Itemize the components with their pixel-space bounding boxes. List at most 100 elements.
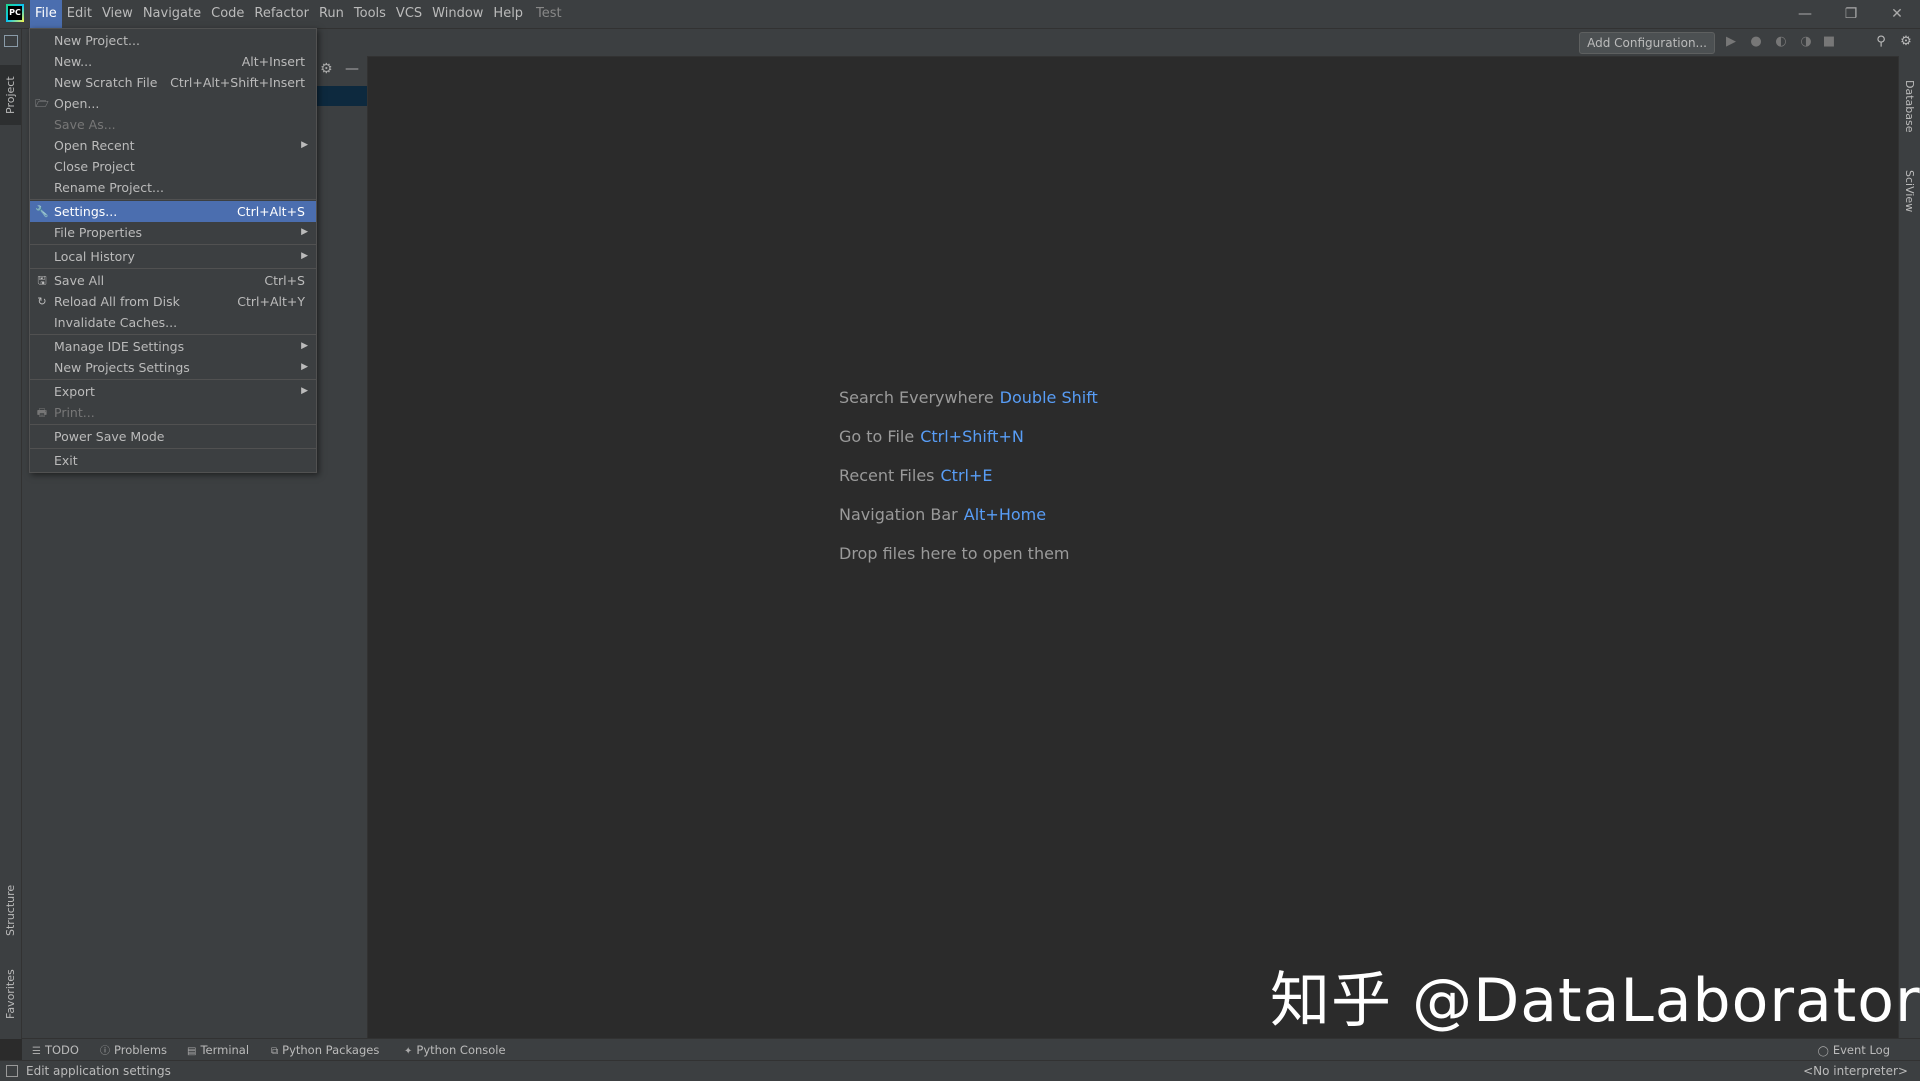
tab-database[interactable]: Database — [1899, 66, 1920, 146]
search-icon[interactable]: ⚲ — [1872, 33, 1890, 51]
panel-hide-icon[interactable]: — — [345, 61, 359, 77]
close-button[interactable]: ✕ — [1874, 0, 1920, 28]
menu-separator — [30, 244, 316, 245]
menu-item-save-all[interactable]: 🖫 Save All Ctrl+S — [30, 270, 316, 291]
submenu-arrow-icon: ▶ — [301, 227, 308, 237]
menu-item-label: Print... — [54, 405, 95, 420]
tab-structure[interactable]: Structure — [0, 875, 21, 945]
menu-item-settings[interactable]: 🔧 Settings... Ctrl+Alt+S — [30, 201, 316, 222]
title-bar: PC File Edit View Navigate Code Refactor Run To… — [0, 0, 1920, 29]
menu-item-shortcut: Ctrl+Alt+S — [236, 204, 305, 219]
menu-item-label: Export — [54, 384, 95, 399]
menu-file[interactable]: File — [30, 0, 62, 28]
tab-sciview[interactable]: SciView — [1899, 156, 1920, 226]
stop-icon[interactable]: ■ — [1820, 33, 1838, 51]
hint-text: Drop files here to open them — [839, 544, 1070, 563]
menu-item-rename-project[interactable]: Rename Project... — [30, 177, 316, 198]
menu-refactor[interactable]: Refactor — [249, 0, 314, 28]
tab-label: TODO — [44, 1043, 79, 1057]
menu-item-new-project[interactable]: New Project... — [30, 30, 316, 51]
tab-favorites[interactable]: Favorites — [0, 959, 21, 1029]
watermark: 知乎 @DataLaboratory — [1270, 966, 1920, 1036]
menu-item-manage-ide-settings[interactable]: Manage IDE Settings ▶ — [30, 336, 316, 357]
menu-item-power-save-mode[interactable]: Power Save Mode — [30, 426, 316, 447]
panel-gear-icon[interactable]: ⚙ — [320, 61, 333, 77]
menu-item-print[interactable]: 🖶 Print... — [30, 402, 316, 423]
project-tree-selection[interactable] — [314, 86, 367, 106]
menu-separator — [30, 379, 316, 380]
minimize-button[interactable]: — — [1782, 0, 1828, 28]
menu-item-open-recent[interactable]: Open Recent ▶ — [30, 135, 316, 156]
tab-project[interactable]: Project — [0, 65, 21, 125]
add-configuration-button[interactable]: Add Configuration... — [1579, 32, 1715, 54]
menu-item-reload-all-from-disk[interactable]: ↻ Reload All from Disk Ctrl+Alt+Y — [30, 291, 316, 312]
tab-label: Python Packages — [282, 1043, 380, 1057]
menu-item-save-as[interactable]: Save As... — [30, 114, 316, 135]
menu-help[interactable]: Help — [488, 0, 528, 28]
python-console-icon: ✦ — [404, 1046, 413, 1057]
menu-item-label: Local History — [54, 249, 135, 264]
hint-text: Navigation Bar — [839, 505, 958, 524]
menu-item-new[interactable]: New... Alt+Insert — [30, 51, 316, 72]
menu-item-shortcut: Ctrl+Alt+Y — [237, 294, 305, 309]
folder-icon: 🗁 — [35, 97, 49, 110]
print-icon: 🖶 — [36, 406, 48, 419]
menu-item-label: Settings... — [54, 204, 118, 219]
menu-item-label: New Project... — [54, 33, 140, 48]
toggle-tool-windows-icon[interactable] — [6, 1065, 18, 1077]
coverage-icon[interactable]: ◐ — [1772, 33, 1790, 51]
interpreter-selector[interactable]: <No interpreter> — [1803, 1061, 1908, 1081]
hint-text: Go to File — [839, 427, 915, 446]
menu-run[interactable]: Run — [314, 0, 349, 28]
submenu-arrow-icon: ▶ — [301, 251, 308, 261]
left-tool-strip: Project Structure Favorites — [0, 29, 22, 1039]
project-view-icon[interactable] — [4, 35, 18, 47]
submenu-arrow-icon: ▶ — [301, 386, 308, 396]
menu-code[interactable]: Code — [206, 0, 249, 28]
menu-item-new-projects-settings[interactable]: New Projects Settings ▶ — [30, 357, 316, 378]
submenu-arrow-icon: ▶ — [301, 140, 308, 150]
menu-edit[interactable]: Edit — [62, 0, 97, 28]
menu-separator — [30, 268, 316, 269]
welcome-hint: Drop files here to open them — [839, 542, 1098, 581]
menu-item-exit[interactable]: Exit — [30, 450, 316, 471]
menu-item-label: Save As... — [54, 117, 116, 132]
menu-item-label: Close Project — [54, 159, 135, 174]
menu-item-close-project[interactable]: Close Project — [30, 156, 316, 177]
submenu-arrow-icon: ▶ — [301, 362, 308, 372]
hint-shortcut: Ctrl+Shift+N — [920, 427, 1024, 446]
problems-icon: ⓘ — [100, 1046, 110, 1057]
menu-item-label: Rename Project... — [54, 180, 164, 195]
reload-icon: ↻ — [37, 295, 47, 308]
menu-item-shortcut: Ctrl+S — [264, 273, 305, 288]
menu-tools[interactable]: Tools — [349, 0, 391, 28]
menu-window[interactable]: Window — [427, 0, 488, 28]
welcome-hint: Search Everywhere Double Shift — [839, 386, 1098, 425]
menu-bar: File Edit View Navigate Code Refactor Run Tools… — [30, 0, 528, 28]
profile-icon[interactable]: ◑ — [1797, 33, 1815, 51]
pycharm-logo-icon: PC — [6, 4, 24, 22]
menu-item-label: File Properties — [54, 225, 143, 240]
gear-icon[interactable]: ⚙ — [1897, 33, 1915, 51]
menu-item-export[interactable]: Export ▶ — [30, 381, 316, 402]
hint-shortcut: Double Shift — [999, 388, 1098, 407]
hint-text: Recent Files — [839, 466, 935, 485]
menu-vcs[interactable]: VCS — [391, 0, 427, 28]
file-menu-dropdown: New Project... New... Alt+Insert New Scratc… — [29, 28, 317, 473]
menu-item-new-scratch-file[interactable]: New Scratch File Ctrl+Alt+Shift+Insert — [30, 72, 316, 93]
run-icon[interactable]: ▶ — [1722, 33, 1740, 51]
hint-text: Search Everywhere — [839, 388, 994, 407]
hint-shortcut: Ctrl+E — [940, 466, 993, 485]
hint-shortcut: Alt+Home — [963, 505, 1047, 524]
restore-button[interactable]: ❐ — [1828, 0, 1874, 28]
debug-icon[interactable]: ● — [1747, 33, 1765, 51]
menu-navigate[interactable]: Navigate — [138, 0, 206, 28]
menu-view[interactable]: View — [97, 0, 138, 28]
menu-item-local-history[interactable]: Local History ▶ — [30, 246, 316, 267]
welcome-hint: Navigation Bar Alt+Home — [839, 503, 1098, 542]
menu-item-file-properties[interactable]: File Properties ▶ — [30, 222, 316, 243]
menu-item-shortcut: Alt+Insert — [241, 54, 305, 69]
menu-item-invalidate-caches[interactable]: Invalidate Caches... — [30, 312, 316, 333]
menu-item-label: Power Save Mode — [54, 429, 165, 444]
menu-item-open[interactable]: 🗁 Open... — [30, 93, 316, 114]
